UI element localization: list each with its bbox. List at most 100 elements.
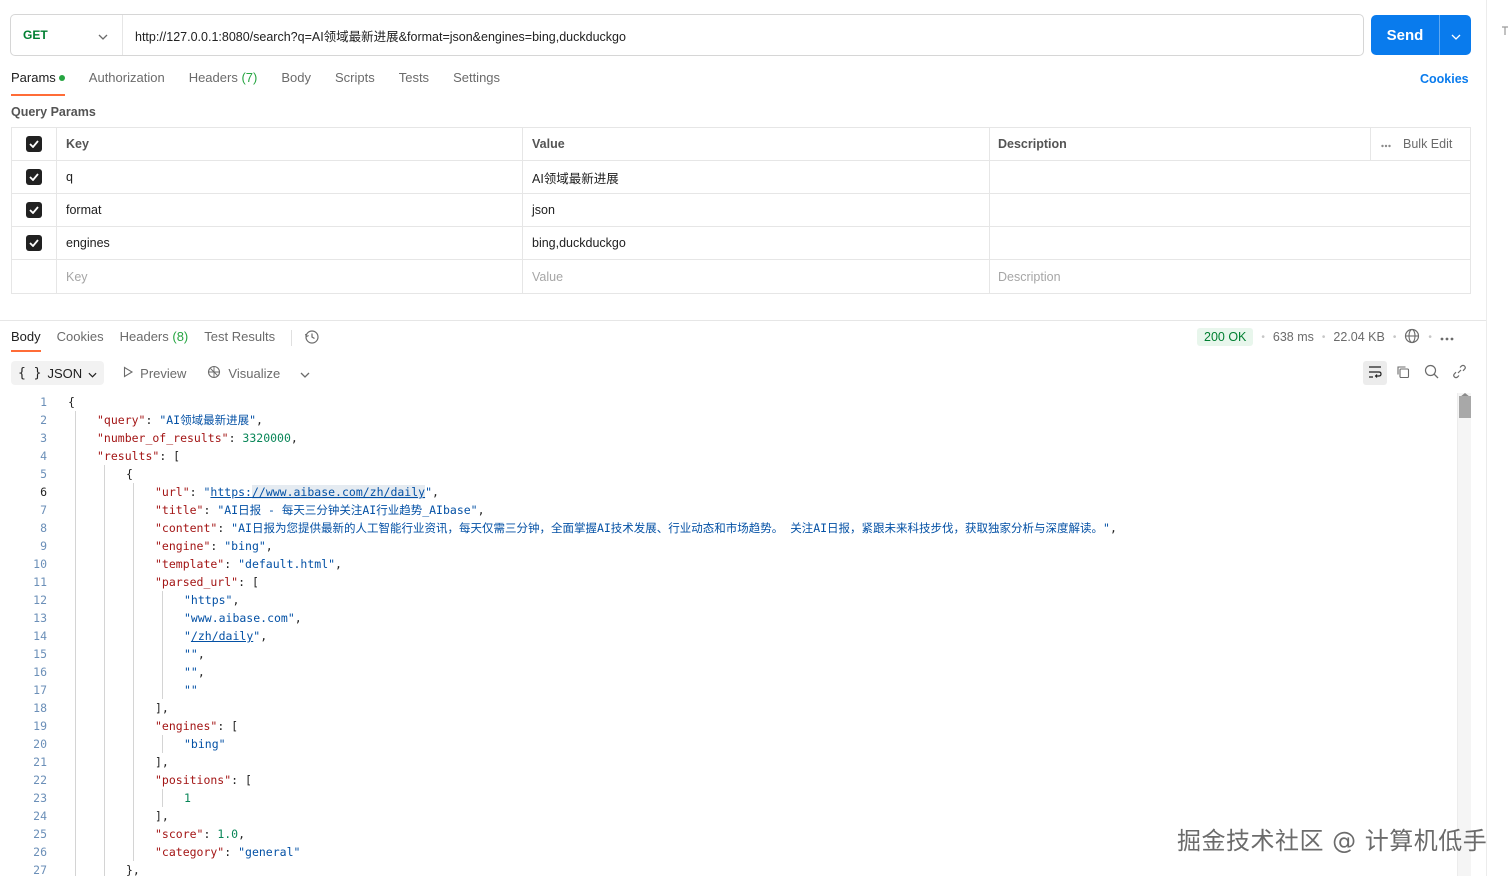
code-line: 20 "bing" xyxy=(0,735,1456,753)
column-header-description: Description Bulk Edit xyxy=(990,128,1470,160)
search-button[interactable] xyxy=(1419,361,1443,385)
response-body-code[interactable]: 1{2 "query": "AI领域最新进展", 3 "number_of_resul… xyxy=(0,393,1456,876)
right-panel-divider xyxy=(1486,0,1487,876)
tab-headers[interactable]: Headers (7) xyxy=(189,70,258,96)
status-badge[interactable]: 200 OK xyxy=(1197,328,1254,346)
visualize-dropdown[interactable] xyxy=(300,366,310,381)
param-description[interactable] xyxy=(990,161,1470,193)
history-icon[interactable] xyxy=(304,329,320,348)
indent-guide xyxy=(133,807,134,825)
url-input[interactable]: http://127.0.0.1:8080/search?q=AI领域最新进展&… xyxy=(123,26,626,45)
code-token: , xyxy=(290,431,298,445)
param-value[interactable]: bing,duckduckgo xyxy=(523,227,990,259)
code-line: 6 "url": " https://www.aibase.com/zh/daily… xyxy=(0,483,1456,501)
code-token: : [ xyxy=(231,773,252,787)
param-value[interactable]: json xyxy=(523,194,990,226)
tab-authorization[interactable]: Authorization xyxy=(89,70,165,96)
indent-guide xyxy=(104,483,105,501)
tab-scripts[interactable]: Scripts xyxy=(335,70,375,96)
line-number: 1 xyxy=(40,395,47,409)
line-number: 23 xyxy=(33,791,47,805)
indent-guide xyxy=(133,789,134,807)
scrollbar-thumb[interactable] xyxy=(1459,396,1471,418)
tab-tests[interactable]: Tests xyxy=(399,70,429,96)
more-dots-icon xyxy=(1381,137,1391,151)
globe-icon[interactable] xyxy=(1404,328,1420,347)
response-tab-headers[interactable]: Headers (8) xyxy=(120,329,189,352)
cookies-link[interactable]: Cookies xyxy=(1420,72,1469,86)
param-description[interactable] xyxy=(990,194,1470,226)
tab-headers-label: Headers xyxy=(188,70,238,85)
indent-guide xyxy=(104,681,105,699)
wrap-lines-button[interactable] xyxy=(1363,361,1387,385)
select-all-checkbox[interactable] xyxy=(12,128,57,160)
code-line: 27}, xyxy=(0,861,1456,876)
response-tab-cookies[interactable]: Cookies xyxy=(57,329,104,352)
visualize-button[interactable]: Visualize xyxy=(206,364,280,383)
param-key[interactable]: engines xyxy=(57,227,523,259)
indent-guide xyxy=(133,591,134,609)
code-token: { xyxy=(68,395,75,409)
indent-guide xyxy=(75,861,76,876)
row-checkbox[interactable] xyxy=(12,227,57,259)
table-row: engines bing,duckduckgo xyxy=(12,227,1470,260)
code-token: : xyxy=(228,431,243,445)
indent-guide xyxy=(75,537,76,555)
indent-guide xyxy=(133,483,134,501)
code-token: "" xyxy=(184,665,198,679)
response-size[interactable]: 22.04 KB xyxy=(1333,330,1384,344)
visualize-label: Visualize xyxy=(228,365,281,381)
row-checkbox[interactable] xyxy=(12,194,57,226)
copy-button[interactable] xyxy=(1391,361,1415,385)
link-button[interactable] xyxy=(1447,361,1471,385)
more-options-icon[interactable] xyxy=(1440,330,1454,344)
new-param-value-input[interactable]: Value xyxy=(523,260,990,293)
preview-button[interactable]: Preview xyxy=(122,366,186,381)
indent-guide xyxy=(75,753,76,771)
indent-guide xyxy=(104,555,105,573)
line-number: 5 xyxy=(40,467,47,481)
code-token: , xyxy=(294,611,302,625)
tab-body[interactable]: Body xyxy=(281,70,311,96)
tab-params[interactable]: Params xyxy=(11,70,65,96)
code-line: 8 "content": "AI日报为您提供最新的人工智能行业资讯，每天仅需三分钟… xyxy=(0,519,1456,537)
response-time[interactable]: 638 ms xyxy=(1273,330,1314,344)
code-token: "score" xyxy=(155,827,204,841)
indent-guide xyxy=(75,645,76,663)
send-button[interactable]: Send xyxy=(1371,15,1439,55)
method-select[interactable]: GET xyxy=(11,15,123,55)
bulk-edit-label: Bulk Edit xyxy=(1403,137,1453,151)
code-token: , xyxy=(197,647,205,661)
indent-guide xyxy=(133,645,134,663)
param-key[interactable]: q xyxy=(57,161,523,193)
row-checkbox[interactable] xyxy=(12,161,57,193)
code-token: "category" xyxy=(155,845,225,859)
code-token: , xyxy=(265,539,273,553)
tab-settings[interactable]: Settings xyxy=(453,70,500,96)
line-number: 7 xyxy=(40,503,47,517)
sidebar-toggle-icon[interactable] xyxy=(1500,24,1510,40)
indent-guide xyxy=(104,861,105,876)
indent-guide xyxy=(104,717,105,735)
indent-guide xyxy=(133,663,134,681)
code-text: 1 xyxy=(47,789,191,807)
line-number: 19 xyxy=(33,719,47,733)
chevron-down-icon xyxy=(1451,28,1461,43)
new-param-description-input[interactable]: Description xyxy=(990,260,1470,293)
send-options-button[interactable] xyxy=(1439,15,1471,55)
vertical-scrollbar[interactable] xyxy=(1457,393,1471,876)
bulk-edit-button[interactable]: Bulk Edit xyxy=(1370,128,1470,160)
response-tab-test-results[interactable]: Test Results xyxy=(204,329,275,352)
param-description[interactable] xyxy=(990,227,1470,259)
new-param-key-input[interactable]: Key xyxy=(57,260,523,293)
param-value[interactable]: AI领域最新进展 xyxy=(523,161,990,193)
code-line: 21], xyxy=(0,753,1456,771)
param-key[interactable]: format xyxy=(57,194,523,226)
method-label: GET xyxy=(23,28,48,42)
checkbox-checked xyxy=(26,235,42,251)
link-icon xyxy=(1452,364,1467,382)
format-select[interactable]: { } JSON xyxy=(11,361,105,385)
response-tab-body[interactable]: Body xyxy=(11,329,41,352)
code-text: "results": [ xyxy=(47,447,180,465)
pane-divider[interactable] xyxy=(0,320,1486,321)
